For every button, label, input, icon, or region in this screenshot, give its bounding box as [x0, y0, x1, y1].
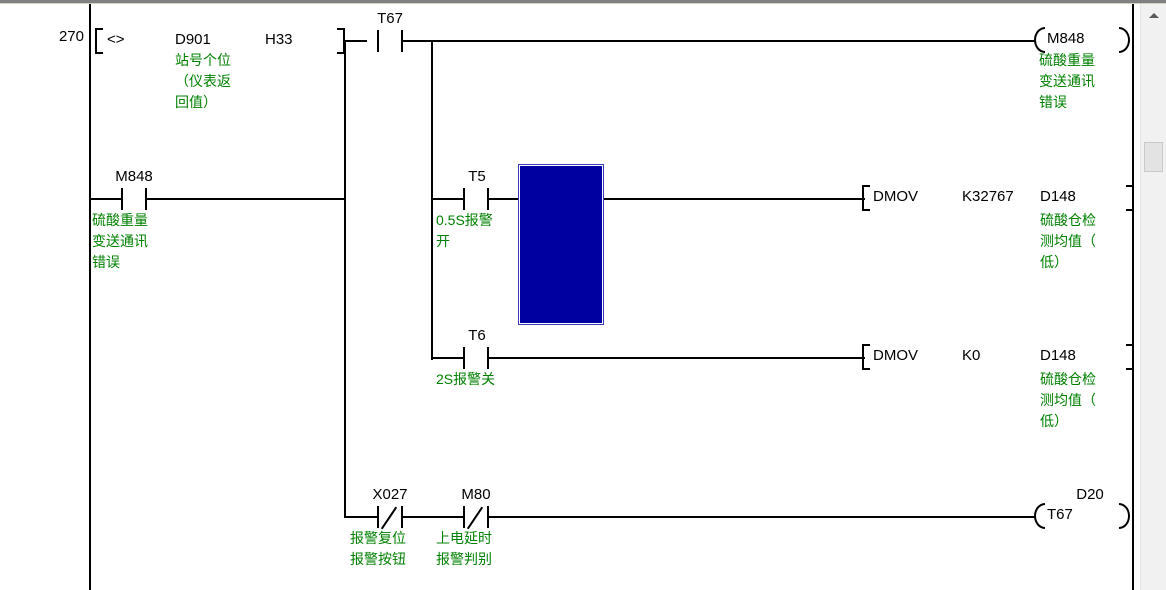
m848-contact-label: M848 — [115, 168, 153, 185]
dmov-k32767-source: K32767 — [962, 188, 1014, 205]
contact-bar-left — [121, 188, 123, 210]
step-number: 270 — [58, 28, 84, 45]
m80-contact-comment-line-1: 上电延时 — [436, 530, 492, 546]
wire-t6-to-dmov — [489, 357, 865, 359]
selection-cursor-block[interactable] — [518, 164, 604, 325]
dmov-k32767-dest-comment-line-3: 低） — [1040, 254, 1068, 270]
compare-operand-1: D901 — [175, 31, 211, 48]
t67-timer-coil[interactable]: T67 — [1034, 503, 1130, 529]
m848-coil-comment-line-3: 错误 — [1039, 94, 1067, 110]
wire-t67-to-m848-coil — [403, 40, 1035, 42]
dmov-k32767-dest-comment-line-1: 硫酸仓检 — [1040, 212, 1096, 228]
dmov-k0-dest-comment-line-3: 低） — [1040, 413, 1068, 429]
ladder-editor-window: 270 <> D901 H33 站号个位 （仪表返 回值） T67 M848 硫… — [0, 0, 1166, 590]
vertical-scroll-thumb[interactable] — [1144, 142, 1163, 172]
t5-contact-label: T5 — [468, 168, 486, 185]
right-power-rail — [1132, 4, 1134, 590]
wire-m80-to-t67-coil — [489, 516, 1035, 518]
triangle-up-icon — [1148, 13, 1159, 18]
wire-m848-contact-to-branch — [147, 198, 345, 200]
t5-contact-comment-line-2: 开 — [436, 233, 450, 249]
t6-contact-label: T6 — [468, 327, 486, 344]
coil-paren-right-icon — [1119, 503, 1130, 529]
t5-contact[interactable] — [463, 188, 489, 210]
m848-contact-comment-line-1: 硫酸重量 — [92, 212, 148, 228]
x027-contact-label: X027 — [372, 486, 408, 503]
contact-bar-left — [377, 30, 379, 52]
m80-contact[interactable] — [463, 506, 489, 530]
t67-contact[interactable] — [377, 30, 403, 52]
compare-operator: <> — [107, 31, 125, 48]
m848-contact-comment-line-3: 错误 — [92, 254, 120, 270]
branch-vertical-main — [344, 40, 346, 518]
t67-contact-label: T67 — [377, 10, 403, 27]
t6-contact-comment-line-1: 2S报警关 — [436, 371, 496, 387]
m848-contact-comment-line-2: 变送通讯 — [92, 233, 148, 249]
dmov-k0-dest-comment-line-2: 测均值（ — [1040, 392, 1096, 408]
compare-operand-1-comment-line-1: 站号个位 — [175, 52, 231, 68]
dmov-k0-source: K0 — [962, 347, 981, 364]
bracket-right-icon — [1126, 344, 1134, 370]
wire-branch-to-t6 — [431, 357, 464, 359]
dmov-k0-instruction[interactable]: DMOV K0 D148 — [862, 344, 1134, 370]
x027-contact[interactable] — [377, 506, 403, 530]
m80-contact-label: M80 — [461, 486, 491, 503]
vertical-scrollbar[interactable] — [1140, 4, 1166, 590]
wire-compare-to-t67 — [343, 40, 367, 42]
wire-x027-to-m80 — [403, 516, 463, 518]
dmov-k32767-instruction[interactable]: DMOV K32767 D148 — [862, 185, 1134, 211]
x027-contact-comment-line-2: 报警按钮 — [350, 551, 406, 567]
compare-operand-2: H33 — [265, 31, 293, 48]
contact-bar-left — [377, 506, 379, 528]
dmov-k32767-dest-comment-line-2: 测均值（ — [1040, 233, 1096, 249]
ladder-canvas[interactable]: 270 <> D901 H33 站号个位 （仪表返 回值） T67 M848 硫… — [0, 4, 1140, 590]
wire-rail-to-m848-contact — [89, 198, 122, 200]
bracket-left-icon — [862, 185, 870, 211]
t6-contact[interactable] — [463, 347, 489, 369]
contact-bar-left — [463, 188, 465, 210]
m848-coil-comment-line-1: 硫酸重量 — [1039, 52, 1095, 68]
m848-coil-comment-line-2: 变送通讯 — [1039, 73, 1095, 89]
x027-contact-comment-line-1: 报警复位 — [350, 530, 406, 546]
contact-negation-slash-icon — [466, 506, 484, 530]
bracket-right-icon — [1126, 185, 1134, 211]
m80-contact-comment-line-2: 报警判别 — [436, 551, 492, 567]
wire-branch-to-x027 — [344, 516, 378, 518]
scrollbar-up-button[interactable] — [1141, 4, 1166, 26]
contact-negation-slash-icon — [380, 506, 398, 530]
compare-operand-1-comment-line-2: （仪表返 — [175, 73, 231, 89]
dmov-k0-dest-comment-line-1: 硫酸仓检 — [1040, 371, 1096, 387]
dmov-k32767-destination: D148 — [1040, 188, 1076, 205]
branch-vertical-secondary — [431, 40, 433, 360]
contact-bar-left — [463, 506, 465, 528]
t67-coil-label: T67 — [1047, 506, 1073, 523]
wire-branch-to-t5 — [431, 198, 464, 200]
compare-operand-1-comment-line-3: 回值） — [175, 94, 217, 110]
dmov-k0-mnemonic: DMOV — [873, 347, 918, 364]
t67-coil-preset-label: D20 — [1076, 486, 1104, 503]
coil-paren-left-icon — [1034, 503, 1045, 529]
dmov-k32767-mnemonic: DMOV — [873, 188, 918, 205]
bracket-left-icon — [862, 344, 870, 370]
dmov-k0-destination: D148 — [1040, 347, 1076, 364]
left-power-rail — [89, 4, 91, 590]
m848-coil-label: M848 — [1047, 30, 1085, 47]
coil-paren-right-icon — [1119, 27, 1130, 53]
contact-bar-left — [463, 347, 465, 369]
t5-contact-comment-line-1: 0.5S报警 — [436, 212, 493, 228]
bracket-left-icon — [95, 28, 103, 54]
m848-contact[interactable] — [121, 188, 147, 210]
